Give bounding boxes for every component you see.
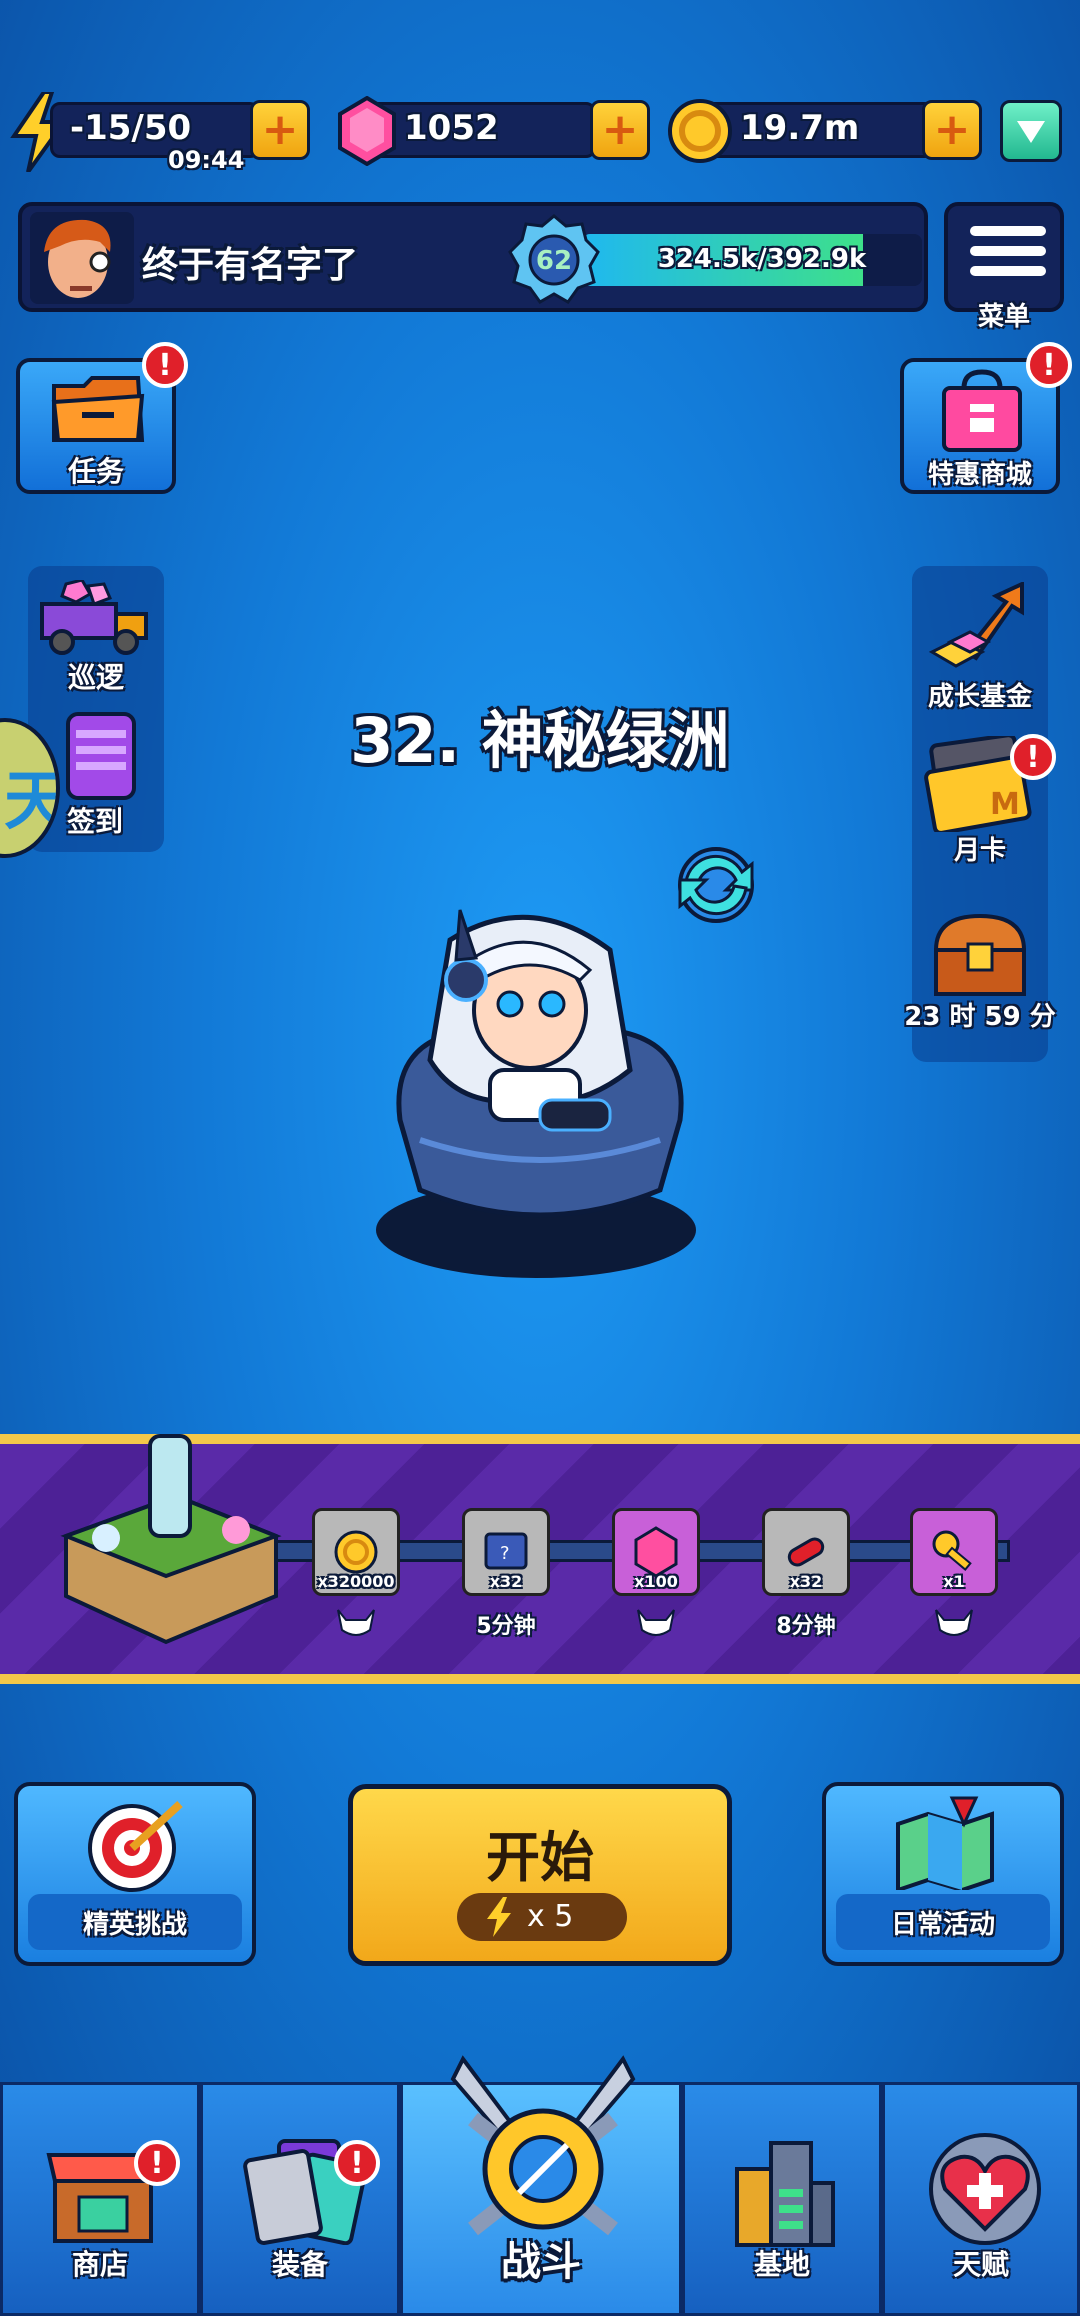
lightning-icon: [487, 1897, 511, 1937]
demon-mask-icon: [894, 1608, 1014, 1644]
gem-icon: [338, 96, 396, 166]
reward-item-pill[interactable]: x32: [762, 1508, 850, 1596]
tasks-alert-badge: !: [142, 342, 188, 388]
shop-alert-badge: !: [134, 2140, 180, 2186]
level-value: 62: [535, 246, 573, 276]
demon-mask-icon: [296, 1608, 416, 1644]
nav-tab-battle[interactable]: 战斗: [400, 2055, 682, 2316]
nav-shop-label: 商店: [71, 2248, 128, 2281]
building-icon: [735, 2141, 835, 2247]
treasure-chest-icon: [933, 913, 1027, 996]
svg-text:M: M: [990, 787, 1020, 822]
menu-line-icon: [970, 246, 1046, 256]
demon-mask-icon: [596, 1608, 716, 1644]
shield-shop-button[interactable]: [1000, 100, 1062, 162]
reward-count: x32: [489, 1572, 523, 1591]
reward-item-gem[interactable]: x100: [612, 1508, 700, 1596]
shield-icon: [1017, 121, 1045, 143]
tasks-label: 任务: [67, 455, 124, 488]
gem-plus-button[interactable]: +: [590, 100, 650, 160]
gem-group: 1052 +: [336, 96, 656, 166]
elite-challenge-label: 精英挑战: [28, 1894, 242, 1950]
reward-timer: 8分钟: [776, 1614, 836, 1639]
reward-item-key[interactable]: x1: [910, 1508, 998, 1596]
start-button[interactable]: 开始 x 5: [348, 1784, 732, 1966]
chest-timer: 23 时 59 分: [904, 1002, 1056, 1032]
menu-line-icon: [970, 226, 1046, 236]
energy-plus-button[interactable]: +: [250, 100, 310, 160]
stage-title: 32. 神秘绿洲: [350, 704, 730, 777]
avatar[interactable]: [30, 212, 134, 304]
chest-button[interactable]: 23 时 59 分: [900, 910, 1060, 1040]
special-shop-label: 特惠商城: [927, 460, 1032, 490]
menu-button[interactable]: 菜单: [944, 202, 1064, 332]
heart-shield-icon: [929, 2133, 1041, 2245]
gift-bag-icon: [942, 369, 1022, 452]
nav-tab-talent[interactable]: 天赋: [882, 2082, 1080, 2316]
reward-count: x1: [943, 1572, 965, 1591]
player-name: 终于有名字了: [142, 245, 359, 286]
battle-crest-icon: [450, 2055, 636, 2236]
reward-count: x100: [634, 1572, 678, 1591]
start-label: 开始: [486, 1826, 594, 1889]
start-cost: x 5: [527, 1899, 574, 1934]
nav-tab-shop[interactable]: 商店: [0, 2082, 200, 2316]
start-cost-pill: x 5: [457, 1893, 627, 1941]
reward-item-ticket[interactable]: ? x32: [462, 1508, 550, 1596]
nav-equip-label: 装备: [271, 2248, 328, 2281]
nav-base-label: 基地: [753, 2248, 810, 2281]
svg-text:?: ?: [500, 1543, 510, 1564]
reward-timer: 5分钟: [476, 1614, 536, 1639]
reward-count: x32: [789, 1572, 823, 1591]
special-shop-alert-badge: !: [1026, 342, 1072, 388]
map-icon: [896, 1796, 994, 1890]
elite-challenge-button[interactable]: 精英挑战: [14, 1782, 256, 1966]
daily-activity-label: 日常活动: [836, 1894, 1050, 1950]
energy-timer: 09:44: [168, 146, 245, 174]
month-card-label: 月卡: [953, 836, 1006, 866]
island-map-icon[interactable]: [56, 1426, 286, 1646]
hero-character[interactable]: [360, 900, 720, 1280]
reward-item-coin[interactable]: x320000: [312, 1508, 400, 1596]
xp-text: 324.5k/392.9k: [657, 244, 867, 274]
nav-battle-label: 战斗: [501, 2239, 581, 2285]
patrol-button[interactable]: 巡逻: [36, 578, 156, 694]
reward-count: x320000: [317, 1572, 395, 1591]
equip-alert-badge: !: [334, 2140, 380, 2186]
nav-tab-equip[interactable]: 装备: [200, 2082, 400, 2316]
daily-activity-button[interactable]: 日常活动: [822, 1782, 1064, 1966]
truck-icon: [40, 578, 148, 655]
menu-line-icon: [970, 266, 1046, 276]
coin-plus-button[interactable]: +: [922, 100, 982, 160]
nav-talent-label: 天赋: [952, 2248, 1009, 2281]
coin-icon: [668, 99, 732, 163]
coin-value: 19.7m: [740, 108, 860, 148]
profile-bar[interactable]: 终于有名字了 324.5k/392.9k 62: [18, 202, 928, 312]
nav-tab-base[interactable]: 基地: [682, 2082, 882, 2316]
coin-group: 19.7m +: [668, 96, 988, 166]
energy-group: -15/50 09:44 +: [10, 92, 320, 174]
avatar-face-icon: [44, 219, 111, 298]
target-icon: [88, 1801, 183, 1892]
menu-label: 菜单: [977, 302, 1030, 332]
growth-arrow-icon: [928, 582, 1024, 668]
gem-value: 1052: [404, 108, 499, 148]
folder-icon: [51, 376, 145, 442]
